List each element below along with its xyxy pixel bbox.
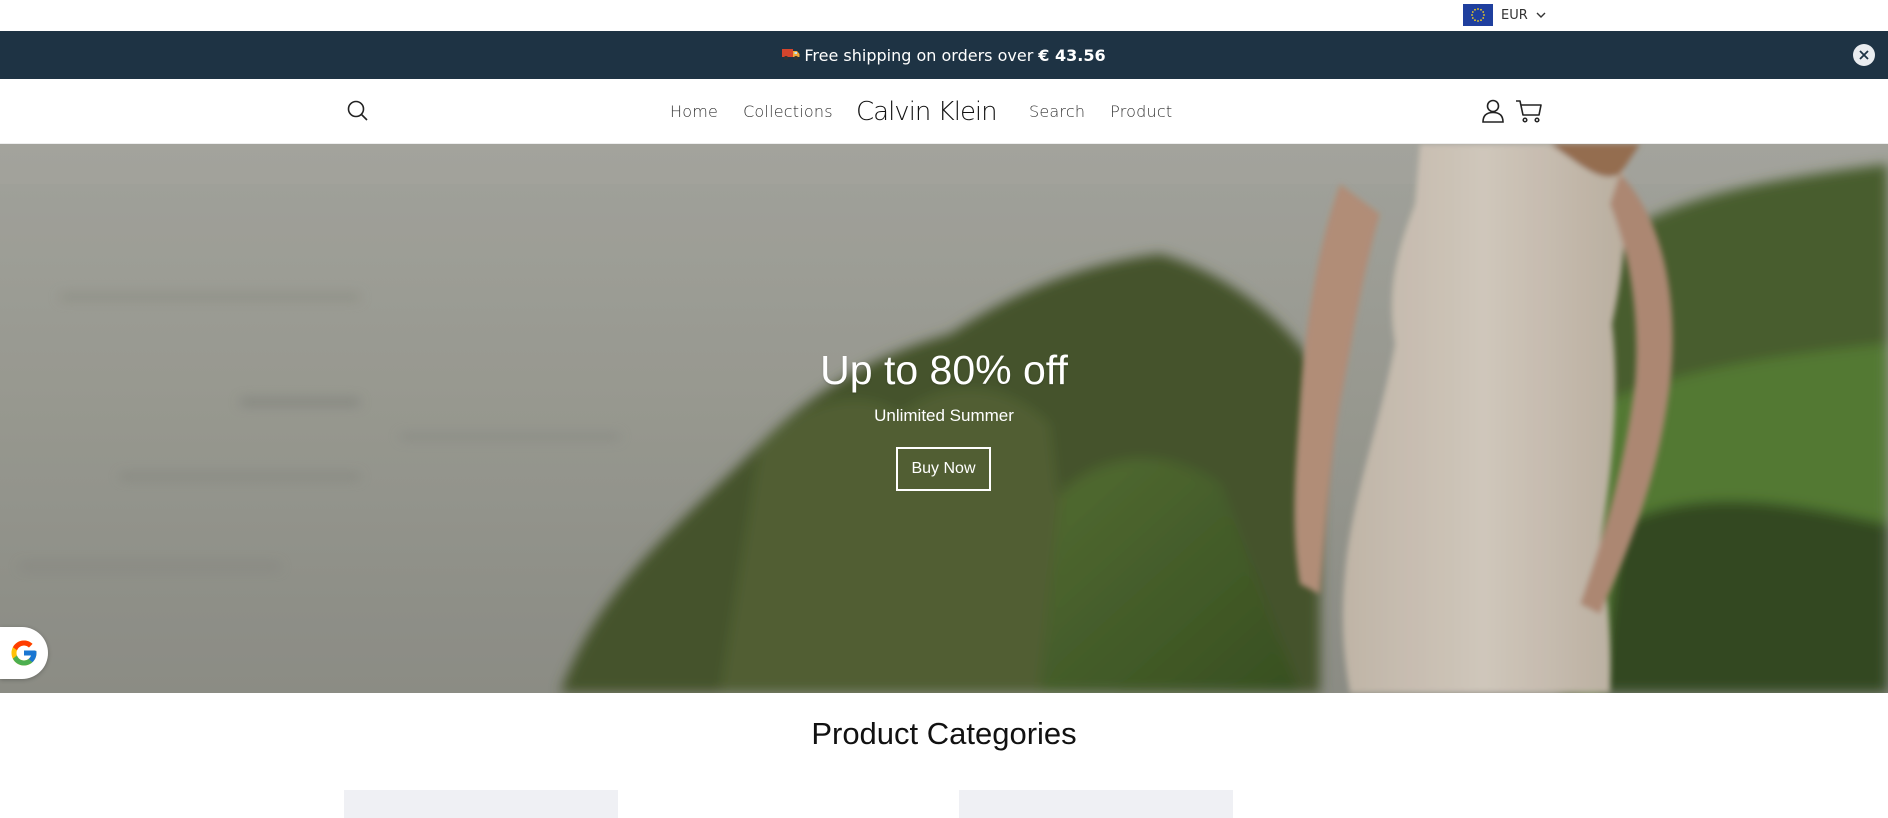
main-nav-right: Search Product [1029, 79, 1172, 144]
currency-selector[interactable]: EUR [1463, 4, 1546, 26]
close-announcement-button[interactable] [1853, 44, 1875, 66]
user-icon [1482, 99, 1504, 123]
search-button[interactable] [346, 99, 370, 123]
categories-title: Product Categories [811, 716, 1077, 751]
search-icon [347, 100, 368, 121]
hero-banner: Up to 80% off Unlimited Summer Buy Now [0, 144, 1888, 693]
cart-button[interactable] [1515, 98, 1543, 124]
site-header: Home Collections Calvin Klein Search Pro… [0, 79, 1888, 144]
nav-item-home[interactable]: Home [670, 102, 718, 121]
currency-code: EUR [1501, 7, 1528, 23]
close-icon [1859, 50, 1869, 60]
hero-subtitle: Unlimited Summer [874, 406, 1014, 425]
nav-item-collections[interactable]: Collections [743, 102, 833, 121]
hero-title: Up to 80% off [820, 347, 1068, 393]
nav-item-search[interactable]: Search [1029, 102, 1085, 121]
announcement-text: Free shipping on orders over [804, 45, 1034, 65]
announcement-message: Free shipping on orders over € 43.56 [0, 31, 1888, 79]
utility-bar: EUR [0, 0, 1888, 31]
cart-icon [1516, 100, 1542, 123]
buy-now-button[interactable]: Buy Now [896, 447, 991, 491]
category-card[interactable] [959, 790, 1233, 818]
nav-item-product[interactable]: Product [1110, 102, 1172, 121]
announcement-amount: € 43.56 [1038, 45, 1106, 65]
chevron-down-icon [1536, 12, 1546, 19]
account-button[interactable] [1481, 98, 1505, 124]
brand-logo[interactable]: Calvin Klein [856, 79, 998, 144]
google-icon [11, 640, 37, 666]
main-nav-left: Home Collections [670, 79, 833, 144]
eu-flag-icon [1463, 4, 1493, 26]
hero-content: Up to 80% off Unlimited Summer Buy Now [0, 144, 1888, 693]
category-card[interactable] [344, 790, 618, 818]
announcement-bar: Free shipping on orders over € 43.56 [0, 31, 1888, 79]
truck-icon [782, 46, 800, 65]
